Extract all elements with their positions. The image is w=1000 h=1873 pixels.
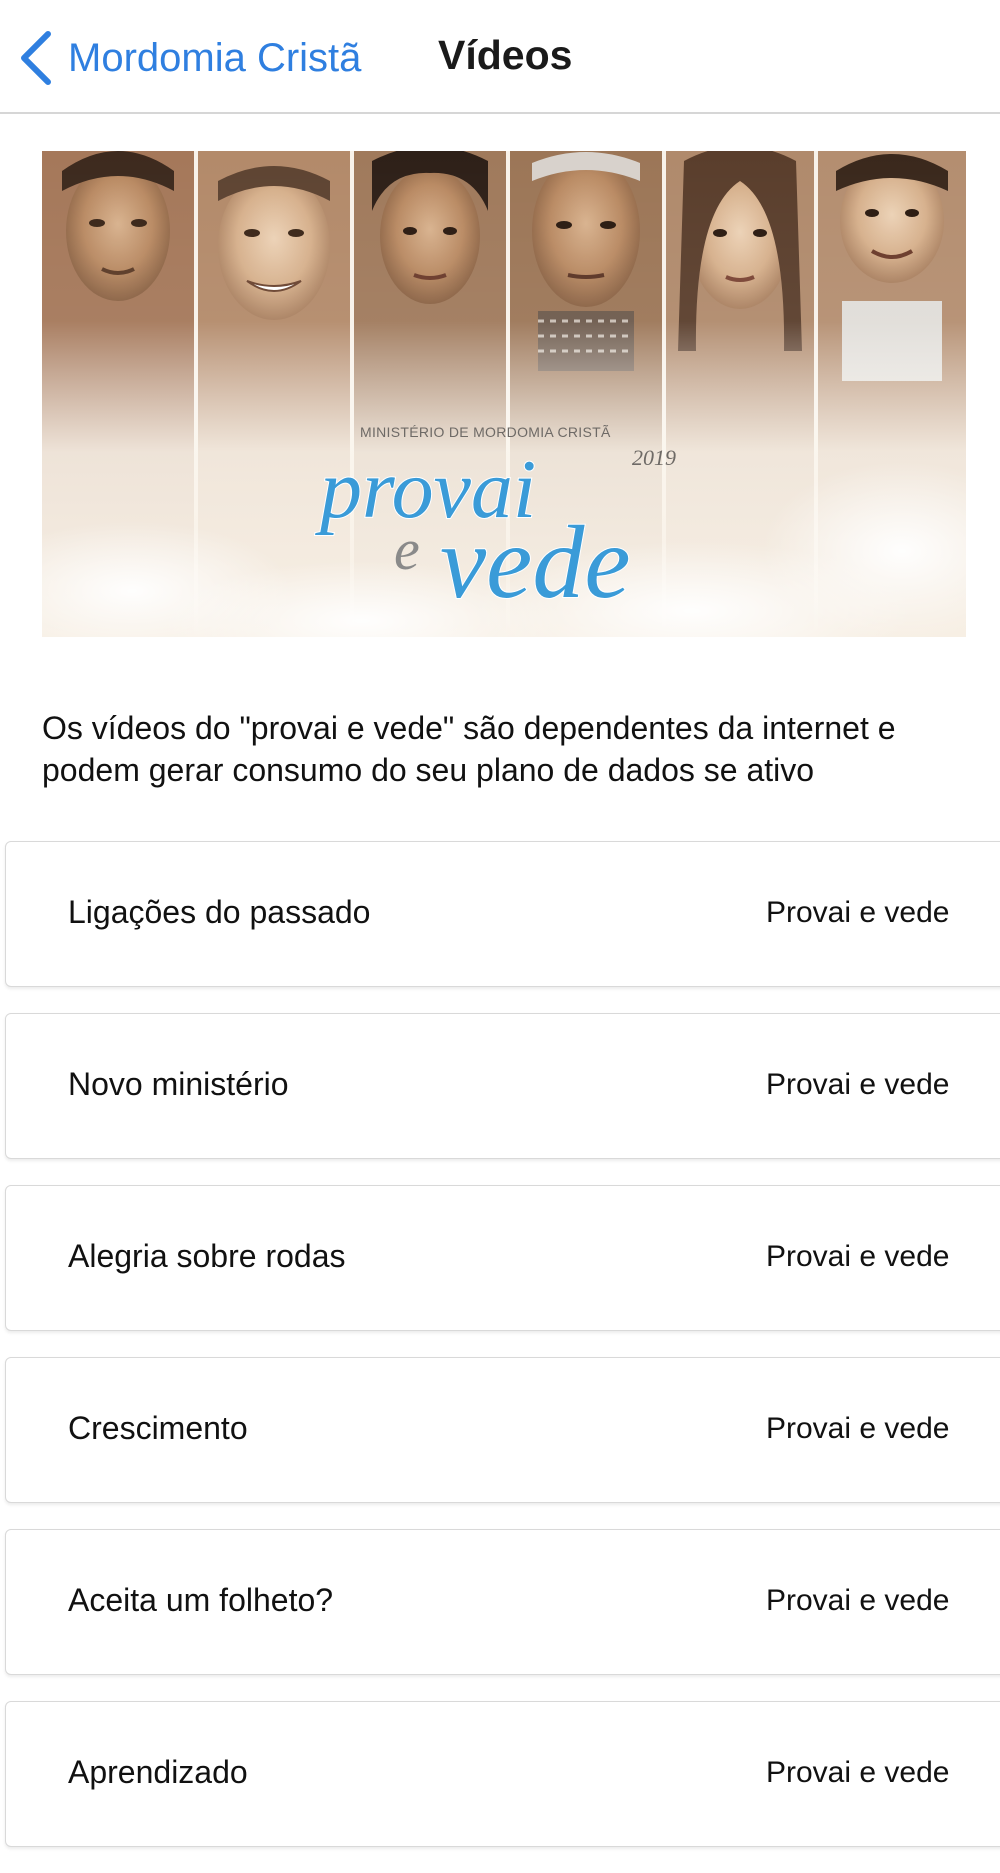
chevron-left-icon	[21, 31, 51, 85]
video-series: Provai e vede	[766, 1756, 950, 1789]
video-series: Provai e vede	[766, 1412, 950, 1445]
list-item[interactable]: Ligações do passado Provai e vede	[5, 841, 1000, 987]
banner-year: 2019	[632, 445, 676, 470]
banner-artwork: MINISTÉRIO DE MORDOMIA CRISTÃ 2019 prova…	[42, 151, 966, 637]
page-title: Vídeos	[438, 32, 573, 78]
video-title: Novo ministério	[68, 1066, 289, 1102]
video-series: Provai e vede	[766, 1068, 950, 1101]
list-item[interactable]: Crescimento Provai e vede	[5, 1357, 1000, 1503]
banner-word-vede: vede	[440, 505, 630, 620]
video-list: Ligações do passado Provai e vede Novo m…	[5, 841, 1000, 1873]
list-item[interactable]: Aceita um folheto? Provai e vede	[5, 1529, 1000, 1675]
video-title: Crescimento	[68, 1410, 248, 1446]
video-series: Provai e vede	[766, 1240, 950, 1273]
list-item[interactable]: Alegria sobre rodas Provai e vede	[5, 1185, 1000, 1331]
video-title: Alegria sobre rodas	[68, 1238, 346, 1274]
data-usage-notice: Os vídeos do "provai e vede" são depende…	[42, 710, 896, 788]
list-item[interactable]: Aprendizado Provai e vede	[5, 1701, 1000, 1847]
list-item[interactable]: Novo ministério Provai e vede	[5, 1013, 1000, 1159]
ministry-label: MINISTÉRIO DE MORDOMIA CRISTÃ	[360, 424, 611, 440]
navigation-bar: Mordomia Cristã Vídeos	[0, 0, 1000, 114]
video-title: Aceita um folheto?	[68, 1582, 334, 1618]
banner-word-e: e	[394, 517, 420, 582]
video-series: Provai e vede	[766, 1584, 950, 1617]
video-title: Ligações do passado	[68, 894, 371, 930]
back-button[interactable]: Mordomia Cristã	[18, 28, 361, 88]
video-series: Provai e vede	[766, 896, 950, 929]
video-title: Aprendizado	[68, 1754, 248, 1790]
banner-image: MINISTÉRIO DE MORDOMIA CRISTÃ 2019 prova…	[42, 151, 966, 637]
back-button-label: Mordomia Cristã	[68, 35, 362, 80]
